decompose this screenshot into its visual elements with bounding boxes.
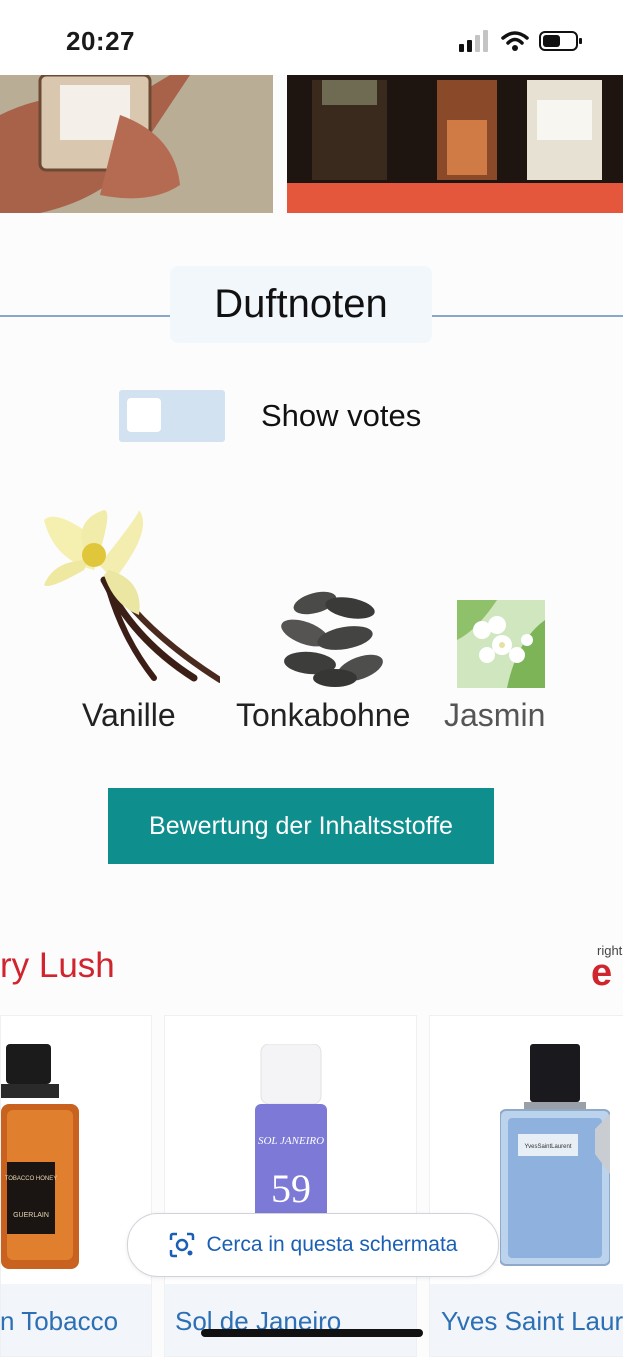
sol-de-janeiro-bottle-image: SOL JANEIRO 59 (255, 1044, 327, 1219)
lens-search-button[interactable]: Cerca in questa schermata (127, 1213, 499, 1277)
sol-bottle-number: 59 (271, 1166, 311, 1211)
guerlain-bottle-text: TOBACCO HONEY (5, 1176, 58, 1182)
show-votes-label[interactable]: Show votes (261, 398, 421, 434)
toggle-knob (127, 398, 161, 432)
note-label-jasmine[interactable]: Jasmin (444, 697, 545, 734)
note-label-tonka[interactable]: Tonkabohne (236, 697, 410, 734)
guerlain-brand-text: GUERLAIN (13, 1212, 49, 1219)
section-heading-text: Duftnoten (214, 282, 388, 326)
section-heading: Duftnoten (170, 266, 432, 343)
vanilla-note-image[interactable] (44, 510, 223, 688)
lens-camera-icon (169, 1232, 194, 1258)
product-name-ysl[interactable]: Yves Saint Laur (441, 1306, 623, 1337)
guerlain-bottle-image: TOBACCO HONEY GUERLAIN (1, 1044, 79, 1269)
battery-icon (539, 31, 582, 51)
perfume-photo-1[interactable] (0, 75, 273, 213)
wifi-icon (501, 31, 529, 51)
sol-bottle-text: SOL JANEIRO (258, 1135, 324, 1147)
jasmine-note-image[interactable] (457, 600, 545, 688)
tonka-bean-note-image[interactable] (280, 583, 386, 689)
perfume-photo-2[interactable] (287, 75, 623, 213)
ad-corner-large-text: e (591, 952, 613, 994)
home-indicator[interactable] (201, 1329, 423, 1337)
status-bar: 20:27 (0, 0, 623, 75)
heading-divider-left (0, 315, 170, 317)
clock: 20:27 (66, 26, 135, 56)
ysl-bottle-image: YvesSaintLaurent (500, 1044, 610, 1266)
note-label-vanilla[interactable]: Vanille (82, 697, 176, 734)
product-name-guerlain[interactable]: n Tobacco (0, 1306, 118, 1337)
ad-banner-title[interactable]: ry Lush (0, 946, 115, 986)
heading-divider-right (432, 315, 623, 317)
signal-icon (459, 30, 488, 52)
status-icons (459, 30, 583, 52)
show-votes-toggle[interactable] (119, 390, 225, 442)
lens-search-label: Cerca in questa schermata (206, 1233, 458, 1256)
ingredient-rating-button[interactable]: Bewertung der Inhaltsstoffe (108, 788, 494, 864)
ysl-bottle-text: YvesSaintLaurent (524, 1144, 571, 1150)
